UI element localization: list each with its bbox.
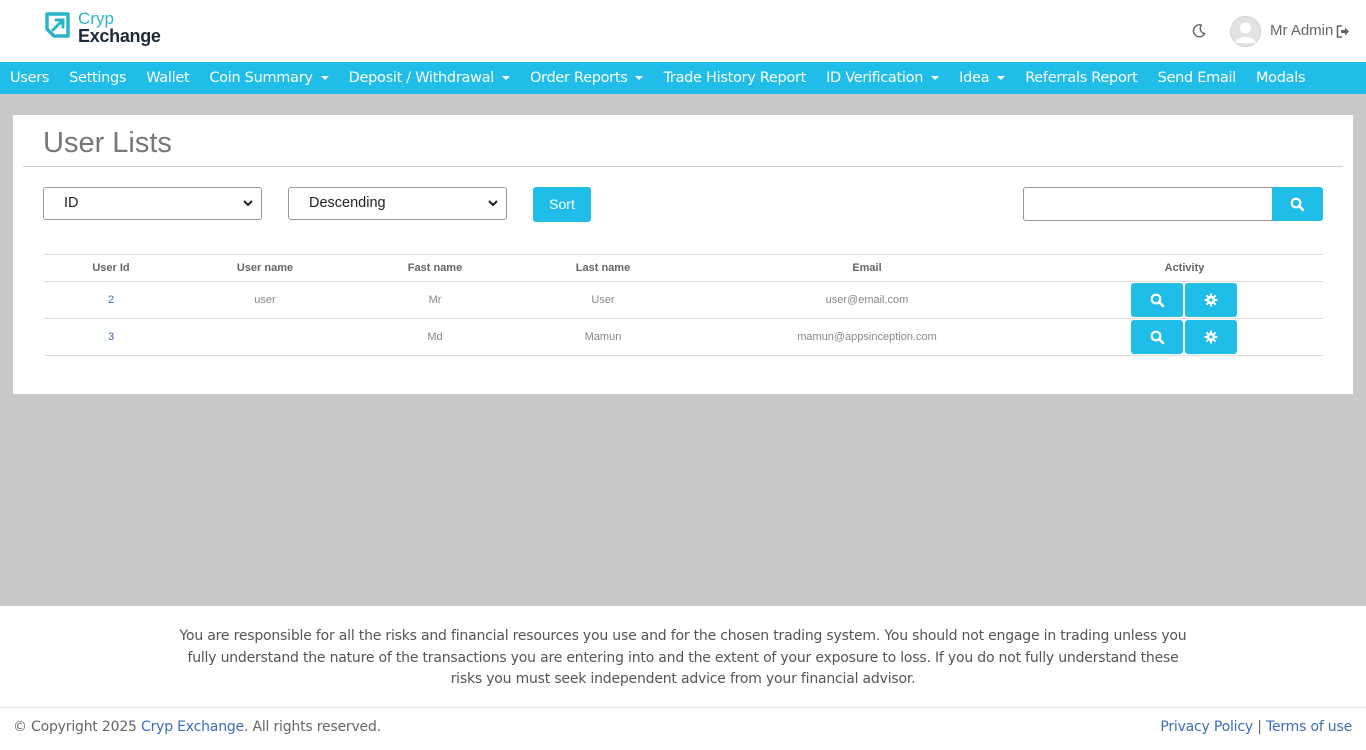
nav-item-label: Referrals Report	[1025, 70, 1138, 86]
logo-text-bottom: Exchange	[78, 26, 161, 46]
nav-item-order-reports[interactable]: Order Reports	[520, 62, 654, 94]
column-header: User Id	[44, 255, 178, 281]
logo[interactable]: Cryp Exchange	[44, 9, 164, 50]
email-cell: user@email.com	[825, 294, 909, 306]
chevron-down-icon	[243, 200, 253, 207]
copyright-suffix: . All rights reserved.	[243, 719, 381, 735]
view-user-button[interactable]	[1131, 320, 1183, 354]
search-button[interactable]	[1272, 187, 1323, 221]
user-silhouette-icon	[1230, 16, 1261, 47]
user-settings-button[interactable]	[1185, 320, 1237, 354]
footer-link-separator: |	[1252, 719, 1266, 735]
logo-icon	[45, 12, 70, 38]
nav-item-settings[interactable]: Settings	[59, 62, 136, 94]
nav-item-users[interactable]: Users	[0, 62, 59, 94]
column-header: Email	[690, 255, 1044, 281]
copyright: © Copyright 2025 Cryp Exchange. All righ…	[13, 719, 381, 735]
nav-item-label: Trade History Report	[663, 70, 807, 86]
nav-item-label: Deposit / Withdrawal	[348, 70, 495, 86]
user-name-cell: user	[254, 294, 276, 306]
view-user-button[interactable]	[1131, 283, 1183, 317]
first-name-cell: Mr	[428, 294, 442, 306]
risk-disclaimer: You are responsible for all the risks an…	[179, 628, 1187, 687]
privacy-policy-link[interactable]: Privacy Policy	[1160, 719, 1253, 735]
nav-item-wallet[interactable]: Wallet	[136, 62, 199, 94]
table-row: 2 user Mr User user@email.com	[44, 282, 1323, 319]
caret-down-icon	[501, 76, 510, 80]
table-header-row: User Id User name Fast name Last name Email A…	[44, 254, 1323, 282]
gear-icon	[1204, 293, 1218, 307]
email-cell: mamun@appsinception.com	[797, 331, 937, 343]
top-header: Cryp Exchange Mr Admin	[0, 0, 1366, 62]
footer-links: Privacy Policy | Terms of use	[1160, 719, 1352, 735]
copyright-brand-link[interactable]: Cryp Exchange	[141, 719, 244, 735]
search-icon	[1150, 293, 1165, 308]
table-row: 3 Md Mamun mamun@appsinception.com	[44, 319, 1323, 356]
nav-item-label: Users	[10, 70, 50, 86]
caret-down-icon	[997, 76, 1006, 80]
avatar[interactable]	[1230, 16, 1261, 47]
moon-icon[interactable]	[1191, 23, 1207, 39]
page-title: User Lists	[43, 127, 172, 159]
logout-icon[interactable]	[1336, 25, 1350, 38]
footer: You are responsible for all the risks an…	[0, 606, 1366, 750]
column-header: Last name	[520, 255, 686, 281]
search-icon	[1150, 330, 1165, 345]
nav-item-deposit-withdrawal[interactable]: Deposit / Withdrawal	[339, 62, 520, 94]
first-name-cell: Md	[427, 331, 443, 343]
last-name-cell: User	[591, 294, 615, 306]
sort-order-value: Descending	[309, 195, 386, 211]
caret-down-icon	[931, 76, 940, 80]
gear-icon	[1204, 330, 1218, 344]
activity-cell	[1046, 319, 1323, 355]
user-id-cell[interactable]: 3	[44, 319, 178, 355]
users-table: User Id User name Fast name Last name Email A…	[44, 254, 1323, 356]
caret-down-icon	[635, 76, 644, 80]
nav-item-label: Coin Summary	[209, 70, 313, 86]
sort-field-select[interactable]: ID	[43, 187, 262, 220]
last-name-cell: Mamun	[584, 331, 622, 343]
nav-item-referrals-report[interactable]: Referrals Report	[1015, 62, 1147, 94]
chevron-down-icon	[488, 200, 498, 207]
main-nav: Users Settings Wallet Coin Summary Deposit /…	[0, 62, 1366, 94]
sort-button[interactable]: Sort	[533, 187, 591, 222]
divider	[23, 166, 1343, 167]
nav-item-label: Settings	[69, 70, 127, 86]
nav-item-modals[interactable]: Modals	[1246, 62, 1315, 94]
nav-item-idea[interactable]: Idea	[949, 62, 1015, 94]
user-id-cell[interactable]: 2	[44, 282, 178, 318]
nav-item-label: Send Email	[1157, 70, 1237, 86]
nav-item-send-email[interactable]: Send Email	[1148, 62, 1246, 94]
user-list-panel: User Lists ID Descending Sort User Id Use…	[13, 115, 1353, 394]
caret-down-icon	[320, 76, 329, 80]
admin-user-name[interactable]: Mr Admin	[1270, 22, 1333, 39]
nav-item-label: ID Verification	[826, 70, 924, 86]
activity-cell	[1046, 282, 1323, 318]
nav-item-id-verification[interactable]: ID Verification	[816, 62, 949, 94]
nav-item-trade-history-report[interactable]: Trade History Report	[653, 62, 816, 94]
nav-item-label: Modals	[1255, 70, 1306, 86]
user-name-cell	[180, 319, 350, 355]
nav-item-label: Wallet	[146, 70, 190, 86]
user-settings-button[interactable]	[1185, 283, 1237, 317]
footer-divider	[0, 707, 1366, 708]
sort-order-select[interactable]: Descending	[288, 187, 507, 220]
search-input[interactable]	[1023, 187, 1275, 221]
column-header: User name	[180, 255, 350, 281]
copyright-prefix: © Copyright 2025	[13, 719, 141, 735]
nav-item-coin-summary[interactable]: Coin Summary	[199, 62, 338, 94]
terms-of-use-link[interactable]: Terms of use	[1266, 719, 1352, 735]
search-icon	[1290, 197, 1305, 212]
column-header: Activity	[1046, 255, 1323, 281]
sort-field-value: ID	[64, 195, 79, 211]
column-header: Fast name	[352, 255, 518, 281]
nav-item-label: Order Reports	[529, 70, 628, 86]
nav-item-label: Idea	[959, 70, 990, 86]
